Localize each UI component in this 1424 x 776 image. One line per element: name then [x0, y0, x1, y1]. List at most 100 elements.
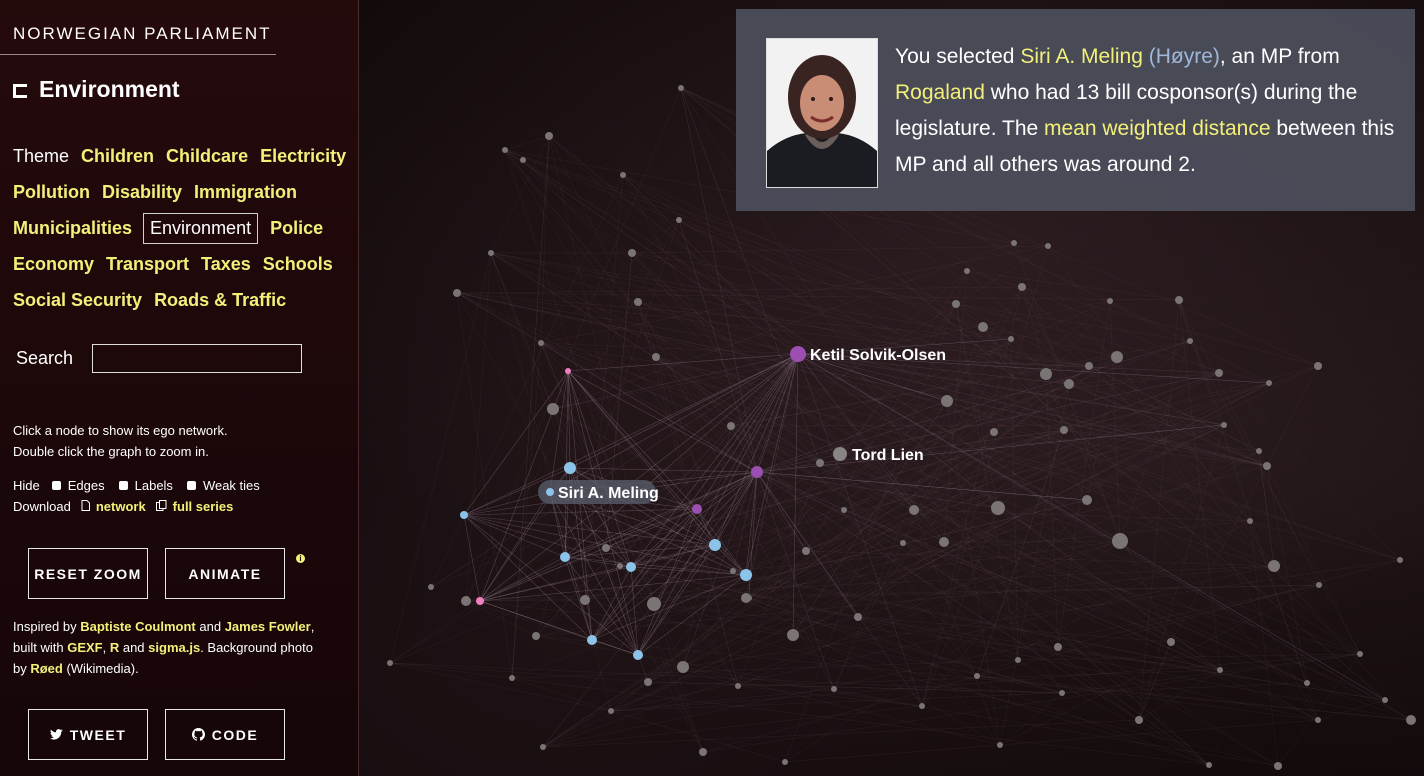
- graph-node[interactable]: [831, 686, 837, 692]
- graph-node[interactable]: [1316, 582, 1322, 588]
- graph-node[interactable]: [991, 501, 1005, 515]
- graph-node[interactable]: [1107, 298, 1113, 304]
- graph-node[interactable]: [1247, 518, 1253, 524]
- graph-node-hoyre[interactable]: [560, 552, 570, 562]
- graph-node-tord-lien[interactable]: [833, 447, 847, 461]
- graph-node[interactable]: [952, 300, 960, 308]
- graph-node[interactable]: [1085, 362, 1093, 370]
- graph-node[interactable]: [532, 632, 540, 640]
- graph-node[interactable]: [990, 428, 998, 436]
- graph-node[interactable]: [1206, 762, 1212, 768]
- download-full-series-link[interactable]: full series: [173, 499, 234, 514]
- edges-label[interactable]: Edges: [68, 478, 105, 493]
- graph-node[interactable]: [1256, 448, 1262, 454]
- graph-node[interactable]: [841, 507, 847, 513]
- graph-node[interactable]: [782, 759, 788, 765]
- r-link[interactable]: R: [110, 640, 119, 655]
- graph-node[interactable]: [461, 596, 471, 606]
- graph-node[interactable]: [1060, 426, 1068, 434]
- graph-node[interactable]: [1112, 533, 1128, 549]
- weak-ties-label[interactable]: Weak ties: [203, 478, 260, 493]
- graph-node[interactable]: [602, 544, 610, 552]
- graph-node[interactable]: [647, 597, 661, 611]
- graph-node-pink[interactable]: [476, 597, 484, 605]
- graph-node-pink[interactable]: [565, 368, 571, 374]
- graph-node[interactable]: [387, 660, 393, 666]
- graph-node[interactable]: [787, 629, 799, 641]
- graph-node[interactable]: [1274, 762, 1282, 770]
- graph-node[interactable]: [547, 403, 559, 415]
- weak-ties-checkbox[interactable]: [186, 481, 196, 490]
- fowler-link[interactable]: James Fowler: [225, 619, 311, 634]
- mp-name-link[interactable]: Siri A. Meling: [1020, 45, 1143, 68]
- metric-link[interactable]: mean weighted distance: [1044, 117, 1270, 140]
- mp-region-link[interactable]: Rogaland: [895, 81, 985, 104]
- graph-node[interactable]: [540, 744, 546, 750]
- animate-button[interactable]: ANIMATE: [165, 548, 285, 599]
- graph-node[interactable]: [978, 322, 988, 332]
- graph-node[interactable]: [1263, 462, 1271, 470]
- graph-node[interactable]: [1015, 657, 1021, 663]
- coulmont-link[interactable]: Baptiste Coulmont: [80, 619, 196, 634]
- graph-node[interactable]: [545, 132, 553, 140]
- graph-node-hoyre[interactable]: [626, 562, 636, 572]
- graph-node[interactable]: [677, 661, 689, 673]
- theme-electricity[interactable]: Electricity: [260, 146, 346, 167]
- graph-node[interactable]: [1167, 638, 1175, 646]
- graph-node[interactable]: [1082, 495, 1092, 505]
- theme-transport[interactable]: Transport: [106, 254, 189, 275]
- graph-node[interactable]: [1054, 643, 1062, 651]
- graph-node[interactable]: [939, 537, 949, 547]
- graph-node[interactable]: [735, 683, 741, 689]
- graph-node[interactable]: [644, 678, 652, 686]
- graph-node[interactable]: [854, 613, 862, 621]
- theme-disability[interactable]: Disability: [102, 182, 182, 203]
- graph-node-hoyre[interactable]: [740, 569, 752, 581]
- graph-node[interactable]: [509, 675, 515, 681]
- edges-checkbox[interactable]: [51, 481, 61, 490]
- graph-node[interactable]: [608, 708, 614, 714]
- graph-node[interactable]: [1357, 651, 1363, 657]
- graph-node[interactable]: [676, 217, 682, 223]
- graph-node[interactable]: [620, 172, 626, 178]
- graph-node-hoyre[interactable]: [587, 635, 597, 645]
- theme-immigration[interactable]: Immigration: [194, 182, 297, 203]
- graph-node-frp[interactable]: [692, 504, 702, 514]
- graph-node[interactable]: [1314, 362, 1322, 370]
- graph-node[interactable]: [727, 422, 735, 430]
- theme-economy[interactable]: Economy: [13, 254, 94, 275]
- graph-node[interactable]: [1059, 690, 1065, 696]
- graph-node[interactable]: [746, 595, 752, 601]
- theme-environment-active[interactable]: Environment: [143, 212, 259, 244]
- graph-node[interactable]: [919, 703, 925, 709]
- graph-node-hoyre[interactable]: [564, 462, 576, 474]
- graph-node[interactable]: [617, 563, 623, 569]
- graph-node[interactable]: [900, 540, 906, 546]
- graph-node[interactable]: [634, 298, 642, 306]
- theme-social-security[interactable]: Social Security: [13, 290, 142, 311]
- graph-node[interactable]: [1268, 560, 1280, 572]
- graph-node[interactable]: [453, 289, 461, 297]
- theme-childcare[interactable]: Childcare: [166, 146, 248, 167]
- graph-node[interactable]: [1382, 697, 1388, 703]
- graph-node[interactable]: [941, 395, 953, 407]
- code-button[interactable]: CODE: [165, 709, 285, 760]
- graph-node[interactable]: [1011, 240, 1017, 246]
- theme-municipalities[interactable]: Municipalities: [13, 218, 132, 239]
- graph-node[interactable]: [520, 157, 526, 163]
- theme-pollution[interactable]: Pollution: [13, 182, 90, 203]
- graph-node[interactable]: [1175, 296, 1183, 304]
- graph-node[interactable]: [802, 547, 810, 555]
- site-title[interactable]: NORWEGIAN PARLIAMENT: [13, 24, 272, 44]
- graph-node[interactable]: [1008, 336, 1014, 342]
- graph-node[interactable]: [428, 584, 434, 590]
- graph-node[interactable]: [730, 568, 736, 574]
- graph-node[interactable]: [1406, 715, 1416, 725]
- download-network-link[interactable]: network: [96, 499, 146, 514]
- theme-children[interactable]: Children: [81, 146, 154, 167]
- graph-node[interactable]: [1215, 369, 1223, 377]
- graph-node[interactable]: [1221, 422, 1227, 428]
- graph-node[interactable]: [1064, 379, 1074, 389]
- graph-node[interactable]: [816, 459, 824, 467]
- reset-zoom-button[interactable]: RESET ZOOM: [28, 548, 148, 599]
